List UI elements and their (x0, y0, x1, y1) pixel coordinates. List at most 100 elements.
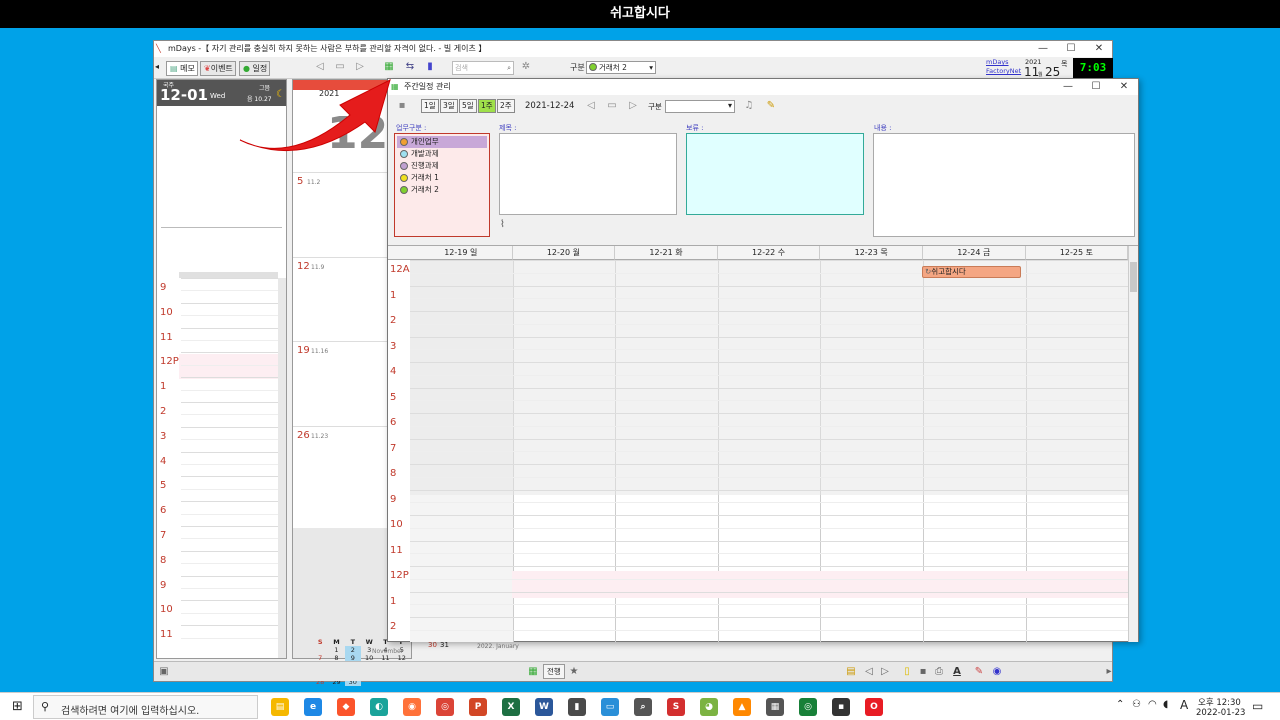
category-select[interactable]: 거래처 2 ▾ (586, 61, 656, 74)
chrome-beta-icon[interactable]: ◐ (370, 698, 388, 716)
day-column-header[interactable]: 12-22 수 (717, 246, 821, 260)
view-button-3[interactable]: 5일 (459, 99, 477, 113)
help-icon[interactable]: ◉ (990, 665, 1004, 679)
view-button-4[interactable]: 1주 (478, 99, 496, 113)
view-button-5[interactable]: 2주 (497, 99, 515, 113)
chart-icon[interactable]: ▮ (423, 60, 437, 74)
bell-icon[interactable]: ♫ (742, 99, 756, 113)
vlc-icon[interactable]: ▲ (733, 698, 751, 716)
sync-icon[interactable]: ⇆ (403, 60, 417, 74)
dialog-minimize-button[interactable]: — (1054, 79, 1082, 95)
android-icon[interactable]: ◕ (700, 698, 718, 716)
day-column-header[interactable]: 12-24 금 (923, 246, 1026, 260)
dialog-category-select[interactable]: ▾ (665, 100, 735, 113)
search-input[interactable]: 검색 ⌕ (452, 61, 514, 75)
new-file-icon[interactable]: ▯ (900, 665, 914, 679)
day-column-header[interactable]: 12-23 목 (820, 246, 923, 260)
dialog-today-icon[interactable]: ▭ (605, 99, 619, 113)
collapse-right-icon[interactable]: ▸ (1102, 665, 1116, 679)
volume-icon[interactable]: ◖ (1163, 699, 1168, 710)
title-field[interactable] (499, 133, 677, 215)
week-day-number[interactable]: 12 (297, 261, 310, 272)
work-category-list[interactable]: 개인업무 개발과제 진행과제 거래처 1 거래처 2 (394, 133, 490, 237)
chrome-icon[interactable]: ◎ (436, 698, 454, 716)
terminal-icon[interactable]: ▮ (568, 698, 586, 716)
bottom-prev-icon[interactable]: ◁ (862, 665, 876, 679)
minimize-button[interactable]: — (1029, 41, 1057, 57)
edit-icon[interactable]: ✎ (764, 99, 778, 113)
taskbar-time[interactable]: 오후 12:30 (1198, 696, 1241, 708)
brand-link-2[interactable]: FactoryNet (986, 67, 1021, 75)
layout-icon[interactable]: ▣ (157, 665, 171, 679)
maximize-button[interactable]: ☐ (1057, 41, 1085, 57)
tab-progress[interactable]: 전행 (543, 664, 565, 679)
day-hour-line (181, 327, 278, 329)
bottom-next-icon[interactable]: ▷ (878, 665, 892, 679)
attachment-icon[interactable]: ⌇ (500, 219, 505, 230)
category-item[interactable]: 거래처 2 (397, 184, 487, 196)
opera-icon[interactable]: O (865, 698, 883, 716)
network-icon[interactable]: ⚇ (1132, 699, 1141, 710)
brave-icon[interactable]: ◆ (337, 698, 355, 716)
dialog-prev-icon[interactable]: ◁ (584, 99, 598, 113)
windows-start-icon[interactable]: ⊞ (12, 699, 23, 714)
week-day-number[interactable]: 19 (297, 345, 310, 356)
day-column-header[interactable]: 12-19 일 (410, 246, 513, 260)
file-explorer-icon[interactable]: ▤ (271, 698, 289, 716)
tab-memo[interactable]: ▤ 메모 (166, 61, 198, 76)
view-button-2[interactable]: 3일 (440, 99, 458, 113)
notification-icon[interactable]: ▭ (1252, 699, 1263, 713)
se-app-icon[interactable]: S (667, 698, 685, 716)
grid-hour-label: 3 (390, 340, 397, 352)
ime-indicator[interactable]: A (1180, 698, 1188, 712)
firefox-icon[interactable]: ◉ (403, 698, 421, 716)
week-day-number[interactable]: 26 (297, 430, 310, 441)
font-color-icon[interactable]: A (950, 665, 964, 679)
day-scrollbar[interactable] (278, 278, 286, 658)
dialog-maximize-button[interactable]: ☐ (1082, 79, 1110, 95)
mini-calendar-day[interactable]: 2 (344, 646, 361, 654)
highlight-icon[interactable]: ✎ (972, 665, 986, 679)
word-icon[interactable]: W (535, 698, 553, 716)
settings-icon[interactable]: ✲ (519, 60, 533, 74)
calculator-icon[interactable]: ▦ (766, 698, 784, 716)
sticky-notes-icon[interactable]: ▪ (832, 698, 850, 716)
content-field[interactable] (873, 133, 1135, 237)
view-button-1[interactable]: 1일 (421, 99, 439, 113)
search-tool-icon[interactable]: ⌕ (634, 698, 652, 716)
event-item[interactable]: ↻쉬고합시다 (922, 266, 1021, 278)
chrome-alt-icon[interactable]: ◎ (799, 698, 817, 716)
grid-scrollbar[interactable] (1128, 246, 1138, 642)
category-item[interactable]: 진행과제 (397, 160, 487, 172)
category-item[interactable]: 개발과제 (397, 148, 487, 160)
collapse-left-icon[interactable]: ◂ (155, 62, 159, 71)
dialog-next-icon[interactable]: ▷ (626, 99, 640, 113)
grid-icon[interactable]: ▦ (526, 665, 540, 679)
category-item[interactable]: 개인업무 (397, 136, 487, 148)
mini-calendar-day[interactable]: 1 (328, 646, 344, 654)
close-button[interactable]: ✕ (1085, 41, 1113, 57)
powerpoint-icon[interactable]: P (469, 698, 487, 716)
week-day-number[interactable]: 5 (297, 176, 303, 187)
day-column-header[interactable]: 12-25 토 (1025, 246, 1129, 260)
tray-chevron-icon[interactable]: ⌃ (1116, 699, 1124, 710)
note-icon[interactable]: ▤ (844, 665, 858, 679)
edge-icon[interactable]: e (304, 698, 322, 716)
day-column-header[interactable]: 12-20 월 (512, 246, 616, 260)
star-icon[interactable]: ★ (567, 665, 581, 679)
save-icon[interactable]: ▪ (916, 665, 930, 679)
category-item[interactable]: 거래처 1 (397, 172, 487, 184)
scroll-thumb[interactable] (1130, 262, 1137, 292)
day-column-header[interactable]: 12-21 화 (615, 246, 718, 260)
wifi-icon[interactable]: ◠ (1148, 699, 1157, 710)
day-half-hour-line (181, 389, 278, 391)
dialog-close-button[interactable]: ✕ (1110, 79, 1138, 95)
mini-month-label: November (372, 648, 404, 655)
hold-field[interactable] (686, 133, 864, 215)
print-icon[interactable]: ⎙ (932, 665, 946, 679)
brand-link[interactable]: mDays (986, 58, 1009, 66)
taskbar-date[interactable]: 2022-01-23 (1196, 708, 1245, 718)
taskbar-search-box[interactable]: ⚲ 검색하려면 여기에 입력하십시오. (33, 695, 258, 719)
remote-desktop-icon[interactable]: ▭ (601, 698, 619, 716)
excel-icon[interactable]: X (502, 698, 520, 716)
